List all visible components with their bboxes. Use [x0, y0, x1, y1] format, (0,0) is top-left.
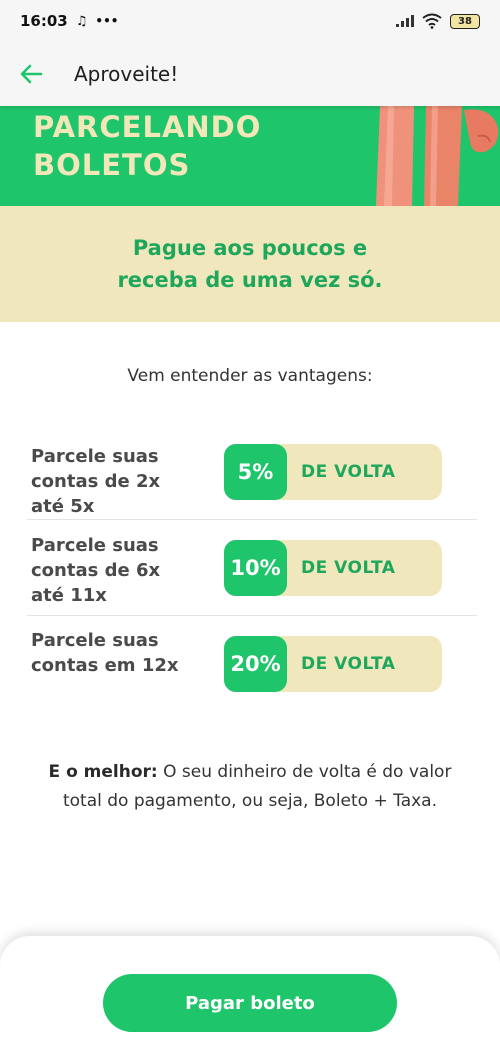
- benefit-line: até 11x: [31, 585, 107, 606]
- status-right: 38: [396, 13, 480, 29]
- benefit-line: Parcele suas: [31, 446, 159, 467]
- cashback-label: DE VOLTA: [301, 558, 396, 578]
- more-notifications-icon: •••: [95, 14, 119, 28]
- cashback-label: DE VOLTA: [301, 654, 396, 674]
- note-line2: total do pagamento, ou seja, Boleto + Ta…: [62, 791, 438, 811]
- tagline-line2: receba de uma vez só.: [117, 268, 383, 292]
- pay-boleto-button[interactable]: Pagar boleto: [103, 974, 397, 1032]
- cashback-pill: 5% DE VOLTA: [224, 444, 442, 500]
- benefit-description: Parcele suas contas de 6x até 11x: [31, 533, 211, 608]
- app-bar: Aproveite!: [0, 42, 500, 106]
- status-bar: 16:03 ♫ ••• 38: [0, 0, 500, 42]
- battery-level: 38: [458, 15, 472, 27]
- cashback-pill: 20% DE VOLTA: [224, 636, 442, 692]
- back-button[interactable]: [0, 42, 66, 106]
- benefit-row: Parcele suas contas em 12x 20% DE VOLTA: [27, 616, 477, 712]
- back-arrow-icon: [20, 64, 43, 84]
- status-time: 16:03: [20, 12, 68, 30]
- tagline: Pague aos poucos e receba de uma vez só.: [117, 232, 382, 296]
- notification-icon: ♫: [75, 13, 88, 29]
- cashback-label: DE VOLTA: [301, 462, 396, 482]
- benefit-description: Parcele suas contas em 12x: [31, 628, 211, 678]
- page-title: Aproveite!: [74, 62, 179, 86]
- benefit-row: Parcele suas contas de 6x até 11x 10% DE…: [27, 520, 477, 616]
- benefits-list: Parcele suas contas de 2x até 5x 5% DE V…: [27, 424, 477, 712]
- banner-title: PARCELANDO BOLETOS: [33, 108, 261, 184]
- battery-icon: 38: [450, 13, 480, 29]
- banner-title-line1: PARCELANDO: [33, 110, 262, 144]
- tagline-section: Pague aos poucos e receba de uma vez só.: [0, 206, 500, 322]
- note-line1: O seu dinheiro de volta é do valor: [157, 762, 452, 782]
- cashback-percent: 5%: [224, 444, 287, 500]
- banner-title-line2: BOLETOS: [33, 148, 191, 182]
- bottom-action-sheet: Pagar boleto: [0, 936, 500, 1056]
- benefit-line: contas de 6x: [31, 560, 161, 581]
- tagline-line1: Pague aos poucos e: [132, 236, 368, 260]
- benefit-line: Parcele suas: [31, 630, 159, 651]
- cashback-percent: 20%: [224, 636, 287, 692]
- wifi-icon: [422, 13, 442, 29]
- signal-icon: [396, 15, 414, 27]
- cashback-percent: 10%: [224, 540, 287, 596]
- benefit-line: Parcele suas: [31, 535, 159, 556]
- cashback-note: E o melhor: O seu dinheiro de volta é do…: [0, 758, 500, 816]
- note-emphasis: E o melhor:: [48, 762, 158, 782]
- cashback-pill: 10% DE VOLTA: [224, 540, 442, 596]
- benefit-line: contas em 12x: [31, 655, 179, 676]
- benefit-line: até 5x: [31, 496, 95, 517]
- person-illustration: [376, 106, 499, 206]
- benefit-description: Parcele suas contas de 2x até 5x: [31, 444, 211, 519]
- promo-banner: PARCELANDO BOLETOS: [0, 106, 500, 206]
- benefit-line: contas de 2x: [31, 471, 161, 492]
- status-left: 16:03 ♫ •••: [20, 12, 118, 30]
- benefit-row: Parcele suas contas de 2x até 5x 5% DE V…: [27, 424, 477, 520]
- intro-text: Vem entender as vantagens:: [127, 366, 373, 386]
